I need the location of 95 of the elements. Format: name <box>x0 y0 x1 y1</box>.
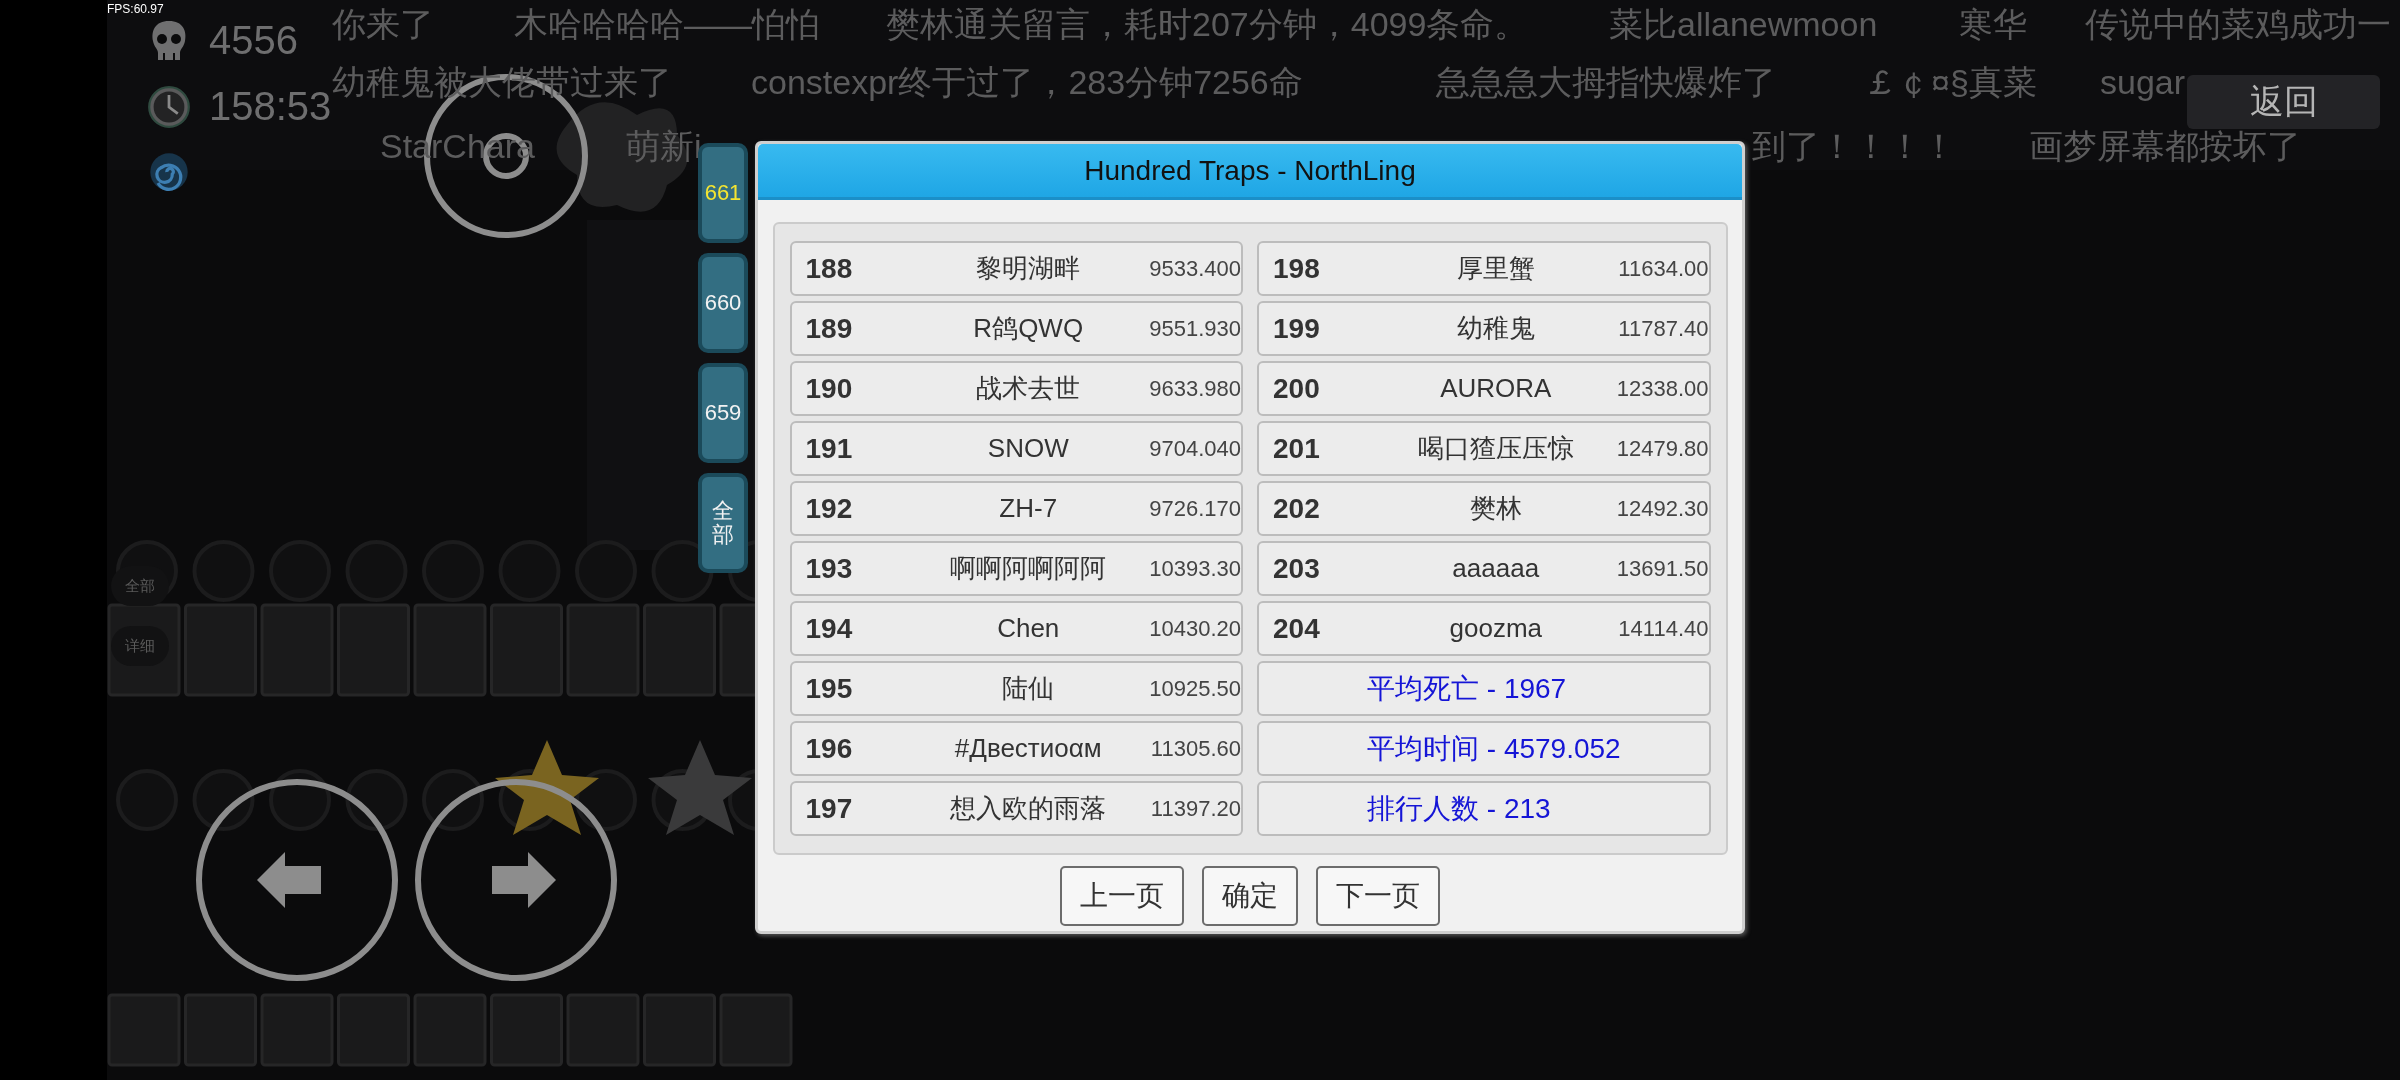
score-value: 9633.980 <box>1148 375 1241 402</box>
score-value: 11787.40 <box>1617 315 1709 342</box>
score-value: 12479.80 <box>1615 435 1709 462</box>
score-value: 9551.930 <box>1148 315 1241 342</box>
leaderboard-row[interactable]: 193 啊啊阿啊阿阿 10393.30 <box>789 541 1243 596</box>
score-value: 9726.170 <box>1148 495 1241 522</box>
rank-number: 203 <box>1273 552 1321 585</box>
player-name: 战术去世 <box>975 372 1082 405</box>
page-tab[interactable]: 661 <box>698 143 748 243</box>
player-name: 樊林 <box>1468 492 1523 525</box>
leaderboard-row[interactable]: 197 想入欧的雨落 11397.20 <box>789 781 1243 836</box>
score-value: 12492.30 <box>1615 495 1709 522</box>
player-name: 陆仙 <box>1001 672 1056 705</box>
player-name: #Двестиоαм <box>953 733 1103 764</box>
leaderboard-row[interactable]: 188 黎明湖畔 9533.400 <box>789 241 1243 296</box>
rank-number: 196 <box>805 732 854 765</box>
player-name: 幼稚鬼 <box>1455 312 1536 345</box>
back-button[interactable]: 返回 <box>2187 75 2380 129</box>
score-value: 10430.20 <box>1148 615 1241 642</box>
comment-text: 寒华 <box>1959 4 2027 44</box>
comment-text: ￡￠¤§真菜 <box>1863 62 2037 102</box>
player-name: 黎明湖畔 <box>975 252 1082 285</box>
player-name: 啊啊阿啊阿阿 <box>949 552 1108 585</box>
rank-number: 193 <box>805 552 854 585</box>
leaderboard-row[interactable]: 199 幼稚鬼 11787.40 <box>1257 301 1711 356</box>
leaderboard-row[interactable]: 200 AURORA 12338.00 <box>1257 361 1711 416</box>
comment-text: 木哈哈哈哈——怕怕 <box>514 4 820 44</box>
rank-number: 198 <box>1273 252 1321 285</box>
summary-text: 平均死亡 - 1967 <box>1367 671 1567 706</box>
rank-number: 195 <box>805 672 854 705</box>
comment-text: 到了！！！！ <box>1752 126 1956 166</box>
player-name: 想入欧的雨落 <box>949 792 1108 825</box>
score-value: 11634.00 <box>1617 255 1709 282</box>
rank-number: 192 <box>805 492 854 525</box>
player-name: 喝口猹压压惊 <box>1416 432 1575 465</box>
comment-text: 画梦屏幕都按坏了 <box>2029 126 2301 166</box>
leaderboard-row[interactable]: 198 厚里蟹 11634.00 <box>1257 241 1711 296</box>
fps-counter: FPS:60.97 <box>107 2 164 16</box>
page-tab[interactable]: 659 <box>698 363 748 463</box>
summary-text: 排行人数 - 213 <box>1367 791 1551 826</box>
leaderboard-row[interactable]: 191 SNOW 9704.040 <box>789 421 1243 476</box>
leaderboard-row[interactable]: 194 Chen 10430.20 <box>789 601 1243 656</box>
rank-number: 188 <box>805 252 854 285</box>
page-tab[interactable]: 660 <box>698 253 748 353</box>
page-tab[interactable]: 全部 <box>698 473 748 573</box>
leaderboard-row[interactable]: 204 goozma 14114.40 <box>1257 601 1711 656</box>
rank-number: 197 <box>805 792 854 825</box>
rank-number: 202 <box>1273 492 1321 525</box>
player-name: R鸽QWQ <box>972 312 1085 345</box>
score-value: 10393.30 <box>1148 555 1241 582</box>
player-name: aaaaaa <box>1451 553 1541 584</box>
rank-number: 201 <box>1273 432 1321 465</box>
player-name: ZH-7 <box>998 493 1059 524</box>
page-button[interactable]: 确定 <box>1202 866 1298 926</box>
score-value: 14114.40 <box>1617 615 1709 642</box>
leaderboard-row[interactable]: 202 樊林 12492.30 <box>1257 481 1711 536</box>
comment-text: 菜比allanewmoon <box>1609 4 1878 44</box>
comment-text: 急急急大拇指快爆炸了 <box>1436 62 1776 102</box>
score-value: 11305.60 <box>1149 735 1241 762</box>
dialog-title: Hundred Traps - NorthLing <box>758 144 1742 200</box>
leaderboard-row[interactable]: 196 #Двестиоαм 11305.60 <box>789 721 1243 776</box>
rank-number: 200 <box>1273 372 1321 405</box>
player-name: 厚里蟹 <box>1455 252 1536 285</box>
page-button[interactable]: 下一页 <box>1316 866 1440 926</box>
rank-number: 199 <box>1273 312 1321 345</box>
leaderboard-row[interactable]: 189 R鸽QWQ 9551.930 <box>789 301 1243 356</box>
leaderboard-row[interactable]: 195 陆仙 10925.50 <box>789 661 1243 716</box>
leaderboard-row[interactable]: 190 战术去世 9633.980 <box>789 361 1243 416</box>
summary-text: 平均时间 - 4579.052 <box>1367 731 1621 766</box>
leaderboard-row[interactable]: 192 ZH-7 9726.170 <box>789 481 1243 536</box>
comment-text: 你来了 <box>332 4 434 44</box>
stat-value: 158:53 <box>209 84 332 129</box>
rank-number: 204 <box>1273 612 1321 645</box>
player-name: goozma <box>1448 613 1543 644</box>
comment-text: sugar <box>2100 62 2186 102</box>
rank-number: 189 <box>805 312 854 345</box>
comment-text: 传说中的菜鸡成功一 <box>2085 4 2391 44</box>
player-name: AURORA <box>1439 373 1553 404</box>
score-value: 13691.50 <box>1615 555 1709 582</box>
stat-value: 4556 <box>209 18 298 63</box>
player-name: Chen <box>996 613 1061 644</box>
comment-text: 樊林通关留言，耗时207分钟，4099条命。 <box>886 4 1529 44</box>
rank-number: 194 <box>805 612 854 645</box>
score-value: 9704.040 <box>1148 435 1241 462</box>
score-value: 11397.20 <box>1149 795 1241 822</box>
rank-number: 190 <box>805 372 854 405</box>
score-value: 9533.400 <box>1148 255 1241 282</box>
rank-number: 191 <box>805 432 854 465</box>
page-button[interactable]: 上一页 <box>1060 866 1184 926</box>
leaderboard-row[interactable]: 203 aaaaaa 13691.50 <box>1257 541 1711 596</box>
leaderboard-row[interactable]: 201 喝口猹压压惊 12479.80 <box>1257 421 1711 476</box>
score-value: 10925.50 <box>1148 675 1241 702</box>
player-name: SNOW <box>986 433 1070 464</box>
score-value: 12338.00 <box>1615 375 1709 402</box>
comment-text: constexpr终于过了，283分钟7256命 <box>751 62 1303 102</box>
